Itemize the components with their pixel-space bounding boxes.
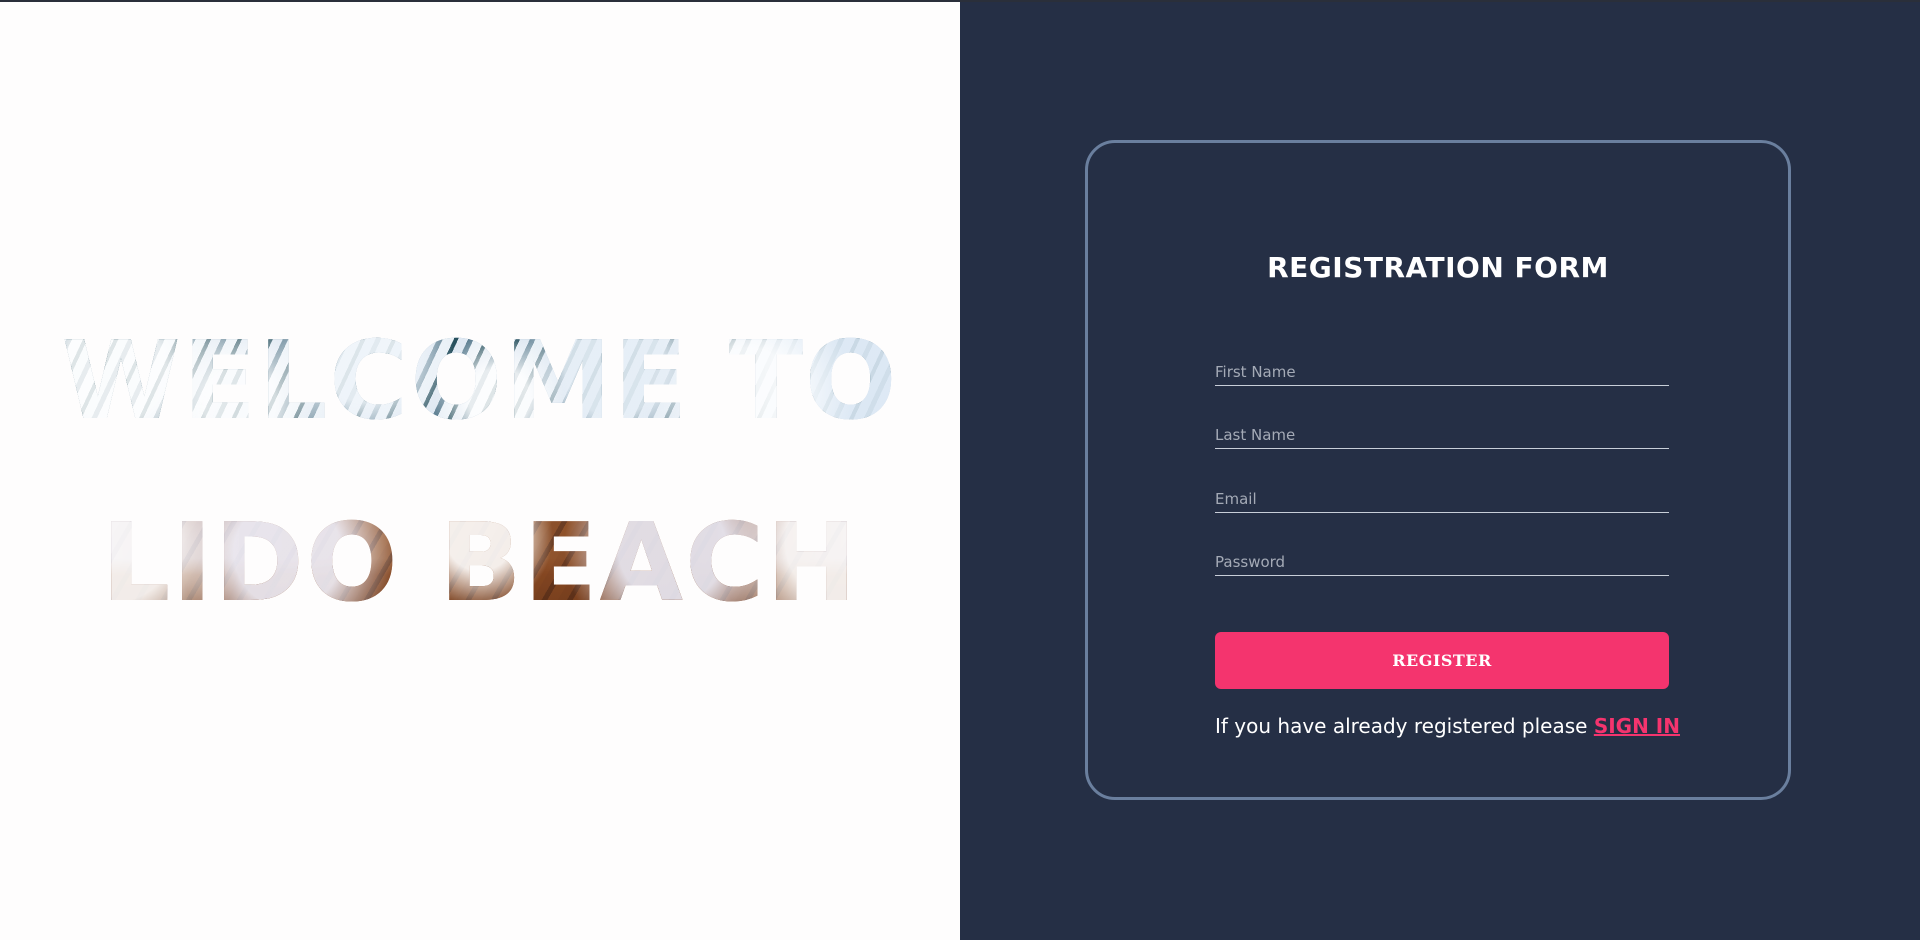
signin-prompt-text: If you have already registered please — [1215, 714, 1594, 738]
last-name-field — [1215, 418, 1669, 449]
welcome-heading-line-2: LIDO BEACH — [0, 510, 960, 618]
registration-form-card: REGISTRATION FORM REGISTER If you have a… — [1085, 140, 1791, 800]
password-input[interactable] — [1215, 549, 1669, 575]
email-input[interactable] — [1215, 486, 1669, 512]
registration-panel: REGISTRATION FORM REGISTER If you have a… — [960, 2, 1920, 940]
welcome-heading-line-1: WELCOME TO — [0, 328, 960, 436]
email-field — [1215, 482, 1669, 513]
last-name-input[interactable] — [1215, 422, 1669, 448]
signin-link[interactable]: SIGN IN — [1594, 714, 1680, 738]
welcome-panel: WELCOME TO LIDO BEACH — [0, 2, 960, 940]
first-name-input[interactable] — [1215, 359, 1669, 385]
signin-prompt-row: If you have already registered please SI… — [1215, 714, 1685, 738]
form-title: REGISTRATION FORM — [1267, 251, 1609, 284]
first-name-field — [1215, 355, 1669, 386]
password-field — [1215, 545, 1669, 576]
register-button[interactable]: REGISTER — [1215, 632, 1669, 689]
